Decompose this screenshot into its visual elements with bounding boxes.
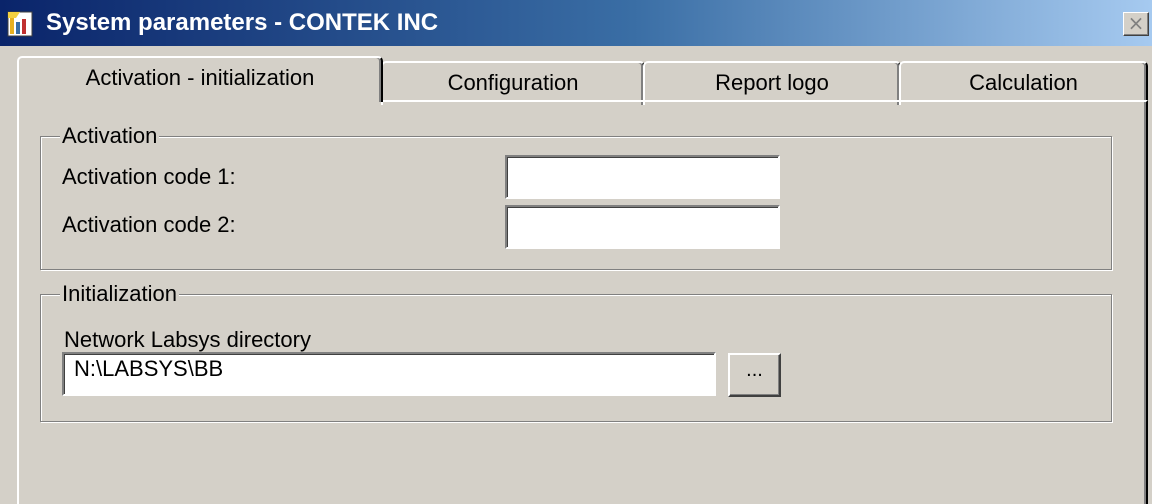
activation-code-1-input[interactable]: [505, 155, 780, 199]
network-directory-input[interactable]: N:\LABSYS\BB: [62, 352, 716, 396]
tab-activation-initialization[interactable]: Activation - initialization: [17, 56, 383, 102]
close-button[interactable]: ×: [1123, 12, 1149, 36]
app-icon[interactable]: [6, 10, 34, 38]
browse-button-label: ...: [746, 359, 763, 381]
browse-button[interactable]: ...: [728, 353, 781, 397]
tab-report-logo[interactable]: Report logo: [643, 61, 901, 105]
tab-configuration[interactable]: Configuration: [381, 61, 645, 105]
title-bar: System parameters - CONTEK INC ×: [0, 0, 1152, 46]
tab-calculation[interactable]: Calculation: [899, 61, 1148, 105]
window-title: System parameters - CONTEK INC: [46, 9, 439, 36]
tab-label: Activation - initialization: [85, 65, 315, 90]
initialization-legend: Initialization: [60, 281, 179, 307]
tab-label: Configuration: [447, 70, 579, 95]
activation-code-1-label: Activation code 1:: [62, 164, 236, 189]
activation-code-2-input[interactable]: [505, 205, 780, 249]
network-directory-label: Network Labsys directory: [64, 327, 311, 352]
close-icon: ×: [1127, 11, 1145, 35]
tab-label: Report logo: [715, 70, 829, 95]
tab-label: Calculation: [969, 70, 1078, 95]
activation-legend: Activation: [60, 123, 160, 149]
activation-code-2-label: Activation code 2:: [62, 212, 236, 237]
